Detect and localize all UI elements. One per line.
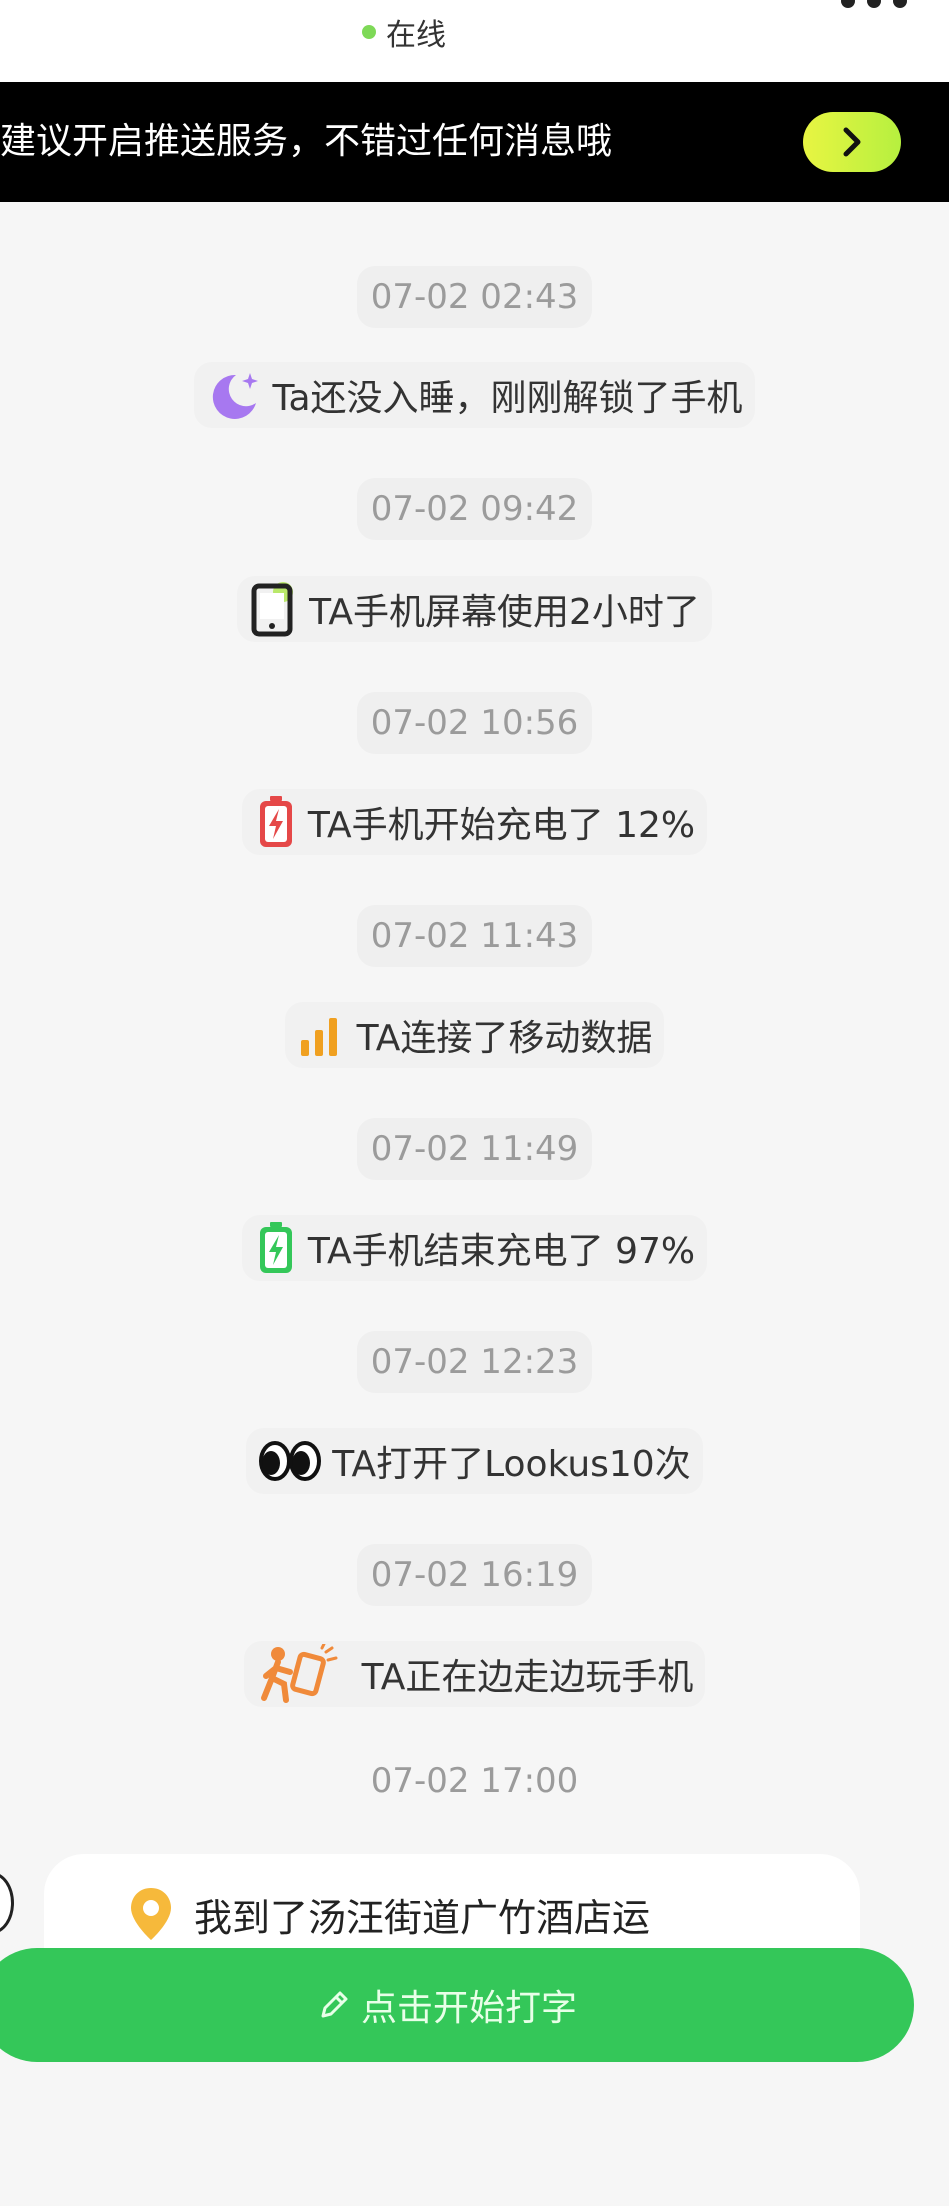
event-text: TA手机结束充电了 97%	[307, 1231, 696, 1272]
timestamp-text: 07-02 11:49	[370, 1129, 579, 1169]
online-dot-icon	[362, 25, 376, 39]
event-item: TA手机开始充电了 12%	[0, 789, 949, 855]
event-text: TA打开了Lookus10次	[332, 1444, 691, 1485]
timestamp-text: 07-02 12:23	[370, 1342, 579, 1382]
online-status: 在线	[362, 14, 446, 53]
event-item: TA手机屏幕使用2小时了	[0, 576, 949, 642]
event-text: TA正在边走边玩手机	[361, 1657, 694, 1698]
timestamp: 07-02 16:19	[0, 1544, 949, 1606]
chat-header: 在线	[0, 0, 949, 82]
event-item: TA正在边走边玩手机	[0, 1641, 949, 1707]
event-text: TA手机屏幕使用2小时了	[309, 592, 700, 633]
event-text: TA手机开始充电了 12%	[307, 805, 696, 846]
timestamp: 07-02 11:43	[0, 905, 949, 967]
eyes-icon	[258, 1439, 322, 1483]
phone-screen-icon	[249, 580, 299, 638]
push-notification-banner[interactable]: 建议开启推送服务，不错过任何消息哦	[0, 82, 949, 202]
avatar[interactable]	[0, 1872, 14, 1934]
timestamp: 07-02 11:49	[0, 1118, 949, 1180]
timestamp: 07-02 12:23	[0, 1331, 949, 1393]
banner-go-button[interactable]	[803, 112, 901, 172]
location-text: 我到了汤汪街道广竹酒店运	[194, 1895, 651, 1940]
timestamp-text: 07-02 09:42	[370, 489, 579, 529]
event-item: Ta还没入睡，刚刚解锁了手机	[0, 362, 949, 428]
timestamp-text: 07-02 10:56	[370, 703, 579, 743]
online-status-label: 在线	[386, 18, 446, 53]
timestamp: 07-02 17:00	[0, 1750, 949, 1812]
pencil-icon	[317, 1988, 351, 2022]
location-pin-icon	[128, 1886, 174, 1942]
battery-charging-green-icon	[254, 1220, 298, 1276]
walking-phone-icon	[256, 1644, 352, 1704]
bottom-area	[0, 2062, 949, 2206]
moon-icon	[206, 367, 262, 423]
event-text: Ta还没入睡，刚刚解锁了手机	[272, 378, 743, 419]
timestamp-text: 07-02 17:00	[370, 1761, 579, 1801]
timestamp: 07-02 02:43	[0, 266, 949, 328]
timestamp-text: 07-02 02:43	[370, 277, 579, 317]
timestamp-text: 07-02 16:19	[370, 1555, 579, 1595]
timestamp: 07-02 09:42	[0, 478, 949, 540]
chevron-right-icon	[843, 127, 861, 157]
event-item: TA打开了Lookus10次	[0, 1428, 949, 1494]
signal-bars-icon	[297, 1010, 347, 1060]
battery-charging-red-icon	[254, 794, 298, 850]
banner-text: 建议开启推送服务，不错过任何消息哦	[0, 121, 613, 162]
event-text: TA连接了移动数据	[356, 1018, 653, 1059]
start-typing-button[interactable]: 点击开始打字	[0, 1948, 914, 2062]
event-item: TA手机结束充电了 97%	[0, 1215, 949, 1281]
timestamp: 07-02 10:56	[0, 692, 949, 754]
start-typing-label: 点击开始打字	[360, 1988, 577, 2029]
more-dots-icon[interactable]	[841, 0, 907, 8]
event-item: TA连接了移动数据	[0, 1002, 949, 1068]
timestamp-text: 07-02 11:43	[370, 916, 579, 956]
